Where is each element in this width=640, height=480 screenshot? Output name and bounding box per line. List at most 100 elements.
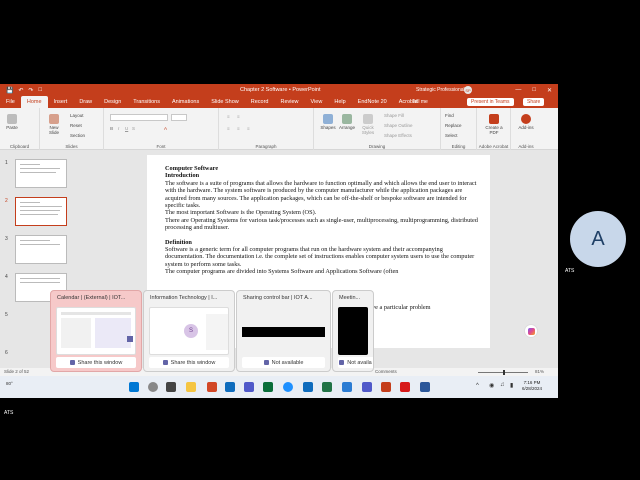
strikethrough-icon[interactable]: S: [132, 126, 135, 131]
tab-record[interactable]: Record: [245, 96, 275, 108]
font-family-select[interactable]: [110, 114, 168, 121]
window-preview-calendar[interactable]: Calendar | (External) | IOT... Share thi…: [50, 290, 142, 372]
search-icon[interactable]: [148, 382, 158, 392]
tab-view[interactable]: View: [305, 96, 329, 108]
powerpoint-icon[interactable]: [381, 382, 391, 392]
comments-button[interactable]: Comments: [375, 369, 397, 374]
present-icon[interactable]: □: [39, 87, 43, 94]
task-view-icon[interactable]: [166, 382, 176, 392]
font-color-icon[interactable]: A: [164, 126, 167, 131]
tab-animations[interactable]: Animations: [166, 96, 205, 108]
shape-fill-button[interactable]: Shape Fill: [384, 113, 404, 118]
reset-button[interactable]: Reset: [70, 123, 82, 128]
select-button[interactable]: Select: [445, 133, 458, 138]
present-in-teams-button[interactable]: Present in Teams: [467, 98, 514, 106]
thumbnail-number: 1: [5, 160, 8, 166]
align-center-icon[interactable]: ≡: [237, 126, 240, 131]
avatar[interactable]: SP: [464, 86, 472, 94]
restore-icon[interactable]: □: [532, 87, 536, 94]
app-icon[interactable]: [263, 382, 273, 392]
onedrive-icon[interactable]: [342, 382, 352, 392]
align-right-icon[interactable]: ≡: [247, 126, 250, 131]
underline-icon[interactable]: U: [125, 126, 128, 131]
group-drawing: Shapes Arrange Quick Styles Shape Fill S…: [314, 108, 441, 150]
italic-icon[interactable]: I: [118, 126, 119, 131]
word-icon[interactable]: [420, 382, 430, 392]
addins-button[interactable]: Add-ins: [515, 114, 537, 130]
shapes-button[interactable]: Shapes: [319, 114, 337, 130]
group-label-drawing: Drawing: [368, 144, 386, 149]
tab-help[interactable]: Help: [328, 96, 351, 108]
align-left-icon[interactable]: ≡: [227, 126, 230, 131]
start-icon[interactable]: [129, 382, 139, 392]
teams-icon[interactable]: [362, 382, 372, 392]
quick-styles-button[interactable]: Quick Styles: [358, 114, 378, 135]
zoom-level[interactable]: 81%: [535, 369, 544, 374]
tab-home[interactable]: Home: [20, 96, 48, 108]
tab-slide-show[interactable]: Slide Show: [205, 96, 245, 108]
acrobat-icon[interactable]: [400, 382, 410, 392]
close-icon[interactable]: ✕: [547, 87, 552, 94]
zoom-slider-handle[interactable]: [503, 369, 505, 375]
window-preview-sharing-control-bar[interactable]: Sharing control bar | IOT A... Not avail…: [236, 290, 331, 372]
ribbon: Paste Clipboard New Slide Layout Reset S…: [0, 108, 558, 150]
file-explorer-icon[interactable]: [186, 382, 196, 392]
copilot-icon[interactable]: [524, 324, 538, 338]
tab-transitions[interactable]: Transitions: [127, 96, 166, 108]
slide-thumbnail[interactable]: [15, 235, 67, 264]
share-this-window-button[interactable]: Share this window: [56, 357, 136, 368]
bullets-icon[interactable]: ≡: [227, 114, 230, 119]
new-slide-button[interactable]: New Slide: [46, 114, 62, 135]
window-preview-information-technology[interactable]: Information Technology | I... S Share th…: [143, 290, 235, 372]
undo-icon[interactable]: ↶: [18, 87, 23, 94]
bold-icon[interactable]: B: [110, 126, 113, 131]
volume-icon[interactable]: ♫: [500, 382, 505, 388]
redo-icon[interactable]: ↷: [29, 87, 34, 94]
slide-paragraph: The computer programs are divided into S…: [165, 268, 399, 276]
save-icon[interactable]: 💾: [6, 87, 13, 94]
numbering-icon[interactable]: ≡: [237, 114, 240, 119]
slide-text-box[interactable]: Computer Software Introduction The softw…: [165, 165, 480, 276]
tab-draw[interactable]: Draw: [73, 96, 98, 108]
group-label-paragraph: Paragraph: [255, 144, 277, 149]
clock[interactable]: 7:16 PM 6/28/2024: [522, 380, 542, 392]
shape-effects-button[interactable]: Shape Effects: [384, 133, 412, 138]
slide-thumbnail-selected[interactable]: [15, 197, 67, 226]
group-label-addins: Add-ins: [518, 144, 534, 149]
tab-design[interactable]: Design: [98, 96, 127, 108]
minimize-icon[interactable]: —: [515, 87, 521, 94]
slide-paragraph-tail: ve a particular problem: [372, 304, 431, 311]
share-this-window-button[interactable]: Share this window: [149, 357, 229, 368]
app-icon[interactable]: [207, 382, 217, 392]
find-button[interactable]: Find: [445, 113, 454, 118]
shape-outline-button[interactable]: Shape Outline: [384, 123, 413, 128]
outlook-icon[interactable]: [303, 382, 313, 392]
preview-title: Meetin...: [339, 295, 361, 301]
excel-icon[interactable]: [322, 382, 332, 392]
tab-review[interactable]: Review: [274, 96, 304, 108]
layout-button[interactable]: Layout: [70, 113, 84, 118]
tab-endnote[interactable]: EndNote 20: [352, 96, 393, 108]
replace-button[interactable]: Replace: [445, 123, 462, 128]
create-pdf-button[interactable]: Create a PDF: [483, 114, 505, 135]
preview-thumbnail: [56, 307, 136, 355]
share-button[interactable]: Share: [523, 98, 545, 106]
battery-icon[interactable]: ▮: [510, 382, 513, 389]
teams-icon: [69, 360, 75, 365]
font-size-select[interactable]: [171, 114, 187, 121]
window-preview-meeting[interactable]: Meetin... Not availa: [332, 290, 374, 372]
section-button[interactable]: Section: [70, 133, 85, 138]
weather-widget[interactable]: 80°: [6, 381, 13, 386]
edge-icon[interactable]: [283, 382, 293, 392]
tell-me-search[interactable]: Tell me: [412, 99, 428, 105]
slide-thumbnail[interactable]: [15, 159, 67, 188]
tab-file[interactable]: File: [0, 96, 21, 108]
wifi-icon[interactable]: ◉: [489, 382, 494, 389]
outlook-icon[interactable]: [225, 382, 235, 392]
teams-icon[interactable]: [244, 382, 254, 392]
paste-button[interactable]: Paste: [5, 114, 19, 130]
title-bar: 💾 ↶ ↷ □ Chapter 2 Software • PowerPoint …: [0, 84, 558, 96]
tray-chevron-icon[interactable]: ^: [476, 383, 479, 389]
arrange-button[interactable]: Arrange: [338, 114, 356, 130]
tab-insert[interactable]: Insert: [48, 96, 74, 108]
